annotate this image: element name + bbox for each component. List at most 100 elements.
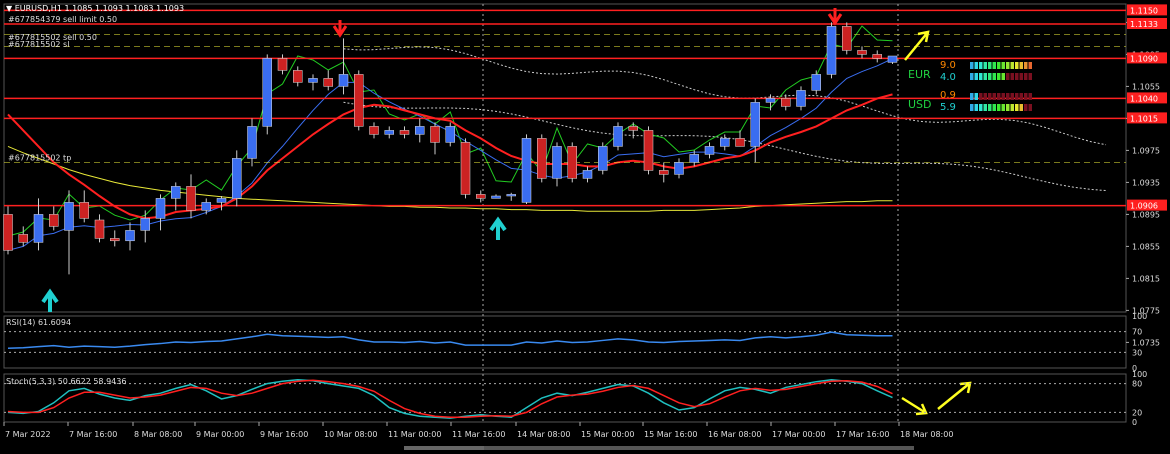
eur-strength-bar-top	[1006, 62, 1010, 69]
x-tick-label: 17 Mar 16:00	[836, 430, 889, 439]
bear-candle	[643, 130, 654, 171]
x-tick-label: 14 Mar 08:00	[517, 430, 570, 439]
bull-candle	[64, 202, 74, 231]
bull-candle	[338, 74, 349, 87]
bear-candle	[842, 26, 852, 51]
buy-signal-arrow	[489, 216, 507, 240]
usd-value-top: 0.9	[940, 90, 956, 101]
bear-candle	[277, 58, 288, 71]
bear-candle	[735, 138, 745, 147]
usd-strength-bar	[1028, 104, 1032, 111]
bear-candle	[293, 70, 303, 83]
price-label: 1.1040	[1130, 94, 1158, 103]
y-tick-label: 1.0935	[1132, 178, 1160, 187]
x-tick-label: 18 Mar 08:00	[900, 430, 953, 439]
eur-strength-bar-top	[1001, 62, 1005, 69]
bull-candle	[506, 194, 516, 197]
y-tick-label: 1.0815	[1132, 274, 1160, 283]
bull-candle	[796, 90, 806, 107]
eur-value: 4.0	[940, 72, 956, 83]
x-tick-label: 11 Mar 00:00	[388, 430, 441, 439]
order-label: #677815502 sl	[8, 40, 69, 49]
bear-candle	[49, 214, 59, 227]
symbol-dropdown-icon[interactable]: ▼	[6, 4, 12, 13]
bear-candle	[872, 54, 882, 59]
stoch-tick-label: 20	[1132, 408, 1142, 417]
bear-candle	[94, 219, 105, 239]
bull-candle	[262, 58, 272, 127]
stoch-d-line	[7, 379, 893, 418]
stoch-tick-label: 80	[1132, 380, 1142, 389]
horizontal-scrollbar-track[interactable]	[484, 446, 914, 450]
price-label: 1.0906	[1130, 202, 1158, 211]
eur-strength-bar	[1010, 73, 1014, 80]
chart-title-text: EURUSD,H1 1.1085 1.1093 1.1083 1.1093	[14, 4, 185, 13]
stoch-tick-label: 100	[1132, 370, 1147, 379]
bear-candle	[354, 74, 364, 127]
sell-signal-arrow	[332, 20, 348, 38]
chart-window: 1.11351.10951.10551.10151.09751.09351.08…	[0, 0, 1170, 450]
bear-candle	[18, 234, 28, 243]
eur-strength-bar	[1015, 73, 1019, 80]
rsi-tick-label: 100	[1132, 312, 1147, 321]
usd-strength-bar-top	[1028, 93, 1032, 100]
eur-value-top: 9.0	[940, 60, 956, 71]
y-tick-label: 1.0895	[1132, 210, 1160, 219]
usd-strength-bar	[1024, 104, 1028, 111]
order-label: #677854379 sell limit 0.50	[8, 15, 117, 24]
y-tick-label: 1.0735	[1132, 338, 1160, 347]
usd-strength-bar	[1010, 104, 1014, 111]
stoch-label: Stoch(5,3,3) 50.6622 58.9436	[6, 377, 127, 386]
y-tick-label: 1.1055	[1132, 82, 1160, 91]
bear-candle	[110, 238, 120, 242]
usd-strength-bar-top	[1024, 93, 1028, 100]
eur-strength-bar-top	[1015, 62, 1019, 69]
usd-legend: 0.9 USD 5.9	[905, 89, 995, 115]
usd-strength-bar	[1015, 104, 1019, 111]
bull-candle	[155, 198, 166, 219]
stoch-down-arrow	[901, 396, 928, 416]
bear-candle	[3, 214, 13, 251]
bull-candle	[171, 186, 181, 199]
usd-strength-bar-top	[1010, 93, 1014, 100]
eur-strength-bar	[1024, 73, 1028, 80]
eur-strength-bar-top	[1024, 62, 1028, 69]
usd-strength-bar-top	[1001, 93, 1005, 100]
eur-strength-bar-top	[1019, 62, 1023, 69]
usd-value: 5.9	[940, 102, 956, 113]
bull-candle	[811, 74, 821, 91]
price-label: 1.1150	[1130, 6, 1158, 15]
bull-candle	[720, 138, 730, 147]
price-label: 1.1015	[1130, 114, 1158, 123]
eur-strength-bar-top	[1028, 62, 1032, 69]
main-panel-border	[3, 3, 1127, 313]
chart-title: ▼ EURUSD,H1 1.1085 1.1093 1.1083 1.1093	[6, 4, 184, 13]
bull-candle	[689, 154, 699, 163]
bull-candle	[613, 126, 623, 147]
usd-strength-bar	[997, 104, 1001, 111]
usd-strength-bar	[1019, 104, 1023, 111]
bull-candle	[232, 158, 242, 199]
usd-strength-bar	[1006, 104, 1010, 111]
eur-strength-bar	[1006, 73, 1010, 80]
bull-candle	[521, 138, 532, 203]
x-tick-label: 16 Mar 08:00	[708, 430, 761, 439]
horizontal-scrollbar[interactable]	[404, 446, 484, 450]
bull-candle	[125, 230, 135, 242]
bull-candle	[384, 130, 394, 135]
x-tick-label: 11 Mar 16:00	[452, 430, 505, 439]
y-tick-label: 1.0855	[1132, 242, 1160, 251]
bear-candle	[537, 138, 547, 179]
eur-strength-bar-top	[1010, 62, 1014, 69]
bull-candle	[415, 126, 425, 135]
usd-strength-bar-top	[1015, 93, 1019, 100]
bull-candle	[308, 78, 318, 83]
bear-candle	[186, 186, 196, 211]
x-tick-label: 17 Mar 00:00	[772, 430, 825, 439]
rsi-tick-label: 30	[1132, 348, 1142, 357]
usd-strength-bar	[1001, 104, 1005, 111]
usd-strength-bar-top	[1019, 93, 1023, 100]
bull-candle	[247, 126, 257, 159]
x-tick-label: 10 Mar 08:00	[324, 430, 377, 439]
bear-candle	[857, 50, 867, 55]
